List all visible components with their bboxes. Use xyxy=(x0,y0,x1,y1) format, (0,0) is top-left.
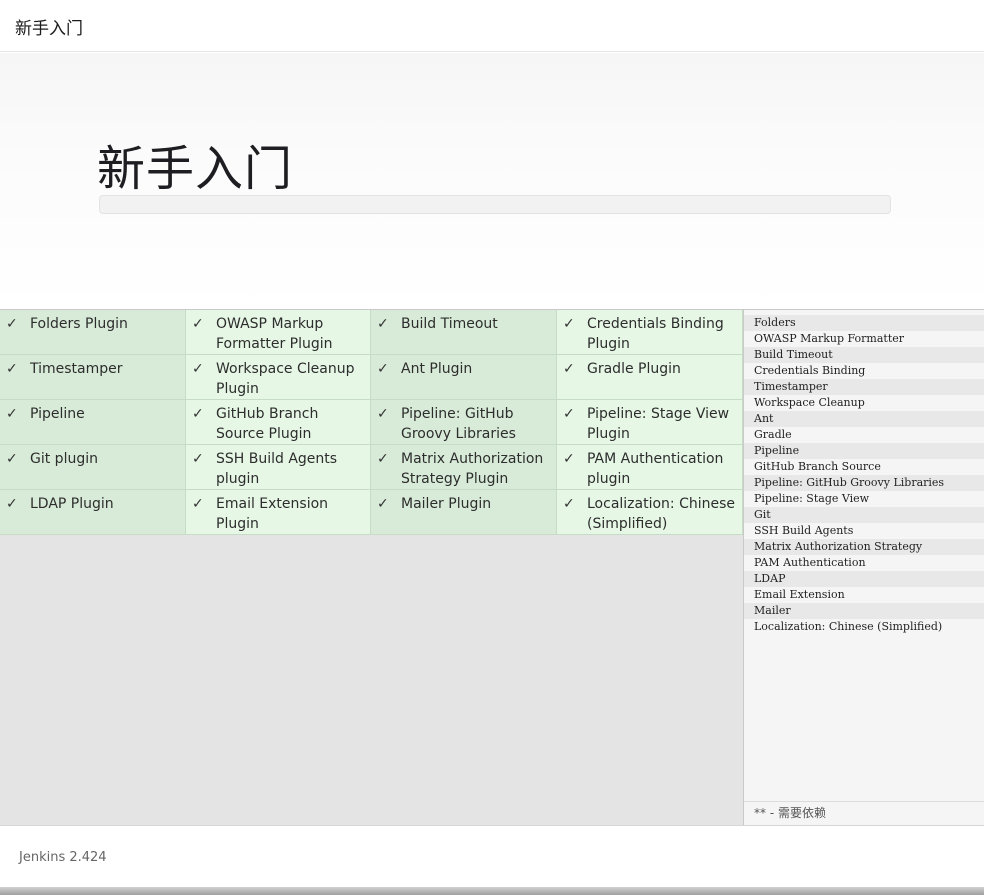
plugin-name: GitHub Branch Source Plugin xyxy=(216,406,319,442)
window-bottom-edge xyxy=(0,887,984,895)
log-line: SSH Build Agents xyxy=(744,523,984,539)
plugin-name: Build Timeout xyxy=(401,316,498,332)
check-icon: ✓ xyxy=(377,406,389,422)
window-title: 新手入门 xyxy=(15,19,83,39)
check-icon: ✓ xyxy=(6,496,18,512)
plugin-item: ✓ LDAP Plugin xyxy=(0,490,186,535)
log-line: Ant xyxy=(744,411,984,427)
log-line: Folders xyxy=(744,315,984,331)
plugin-name: LDAP Plugin xyxy=(30,496,114,512)
plugin-item: ✓ GitHub Branch Source Plugin xyxy=(186,400,371,445)
plugin-item: ✓ SSH Build Agents plugin xyxy=(186,445,371,490)
check-icon: ✓ xyxy=(192,451,204,467)
plugin-name: Timestamper xyxy=(30,361,123,377)
check-icon: ✓ xyxy=(192,316,204,332)
install-log-lines: Folders OWASP Markup Formatter Build Timeo… xyxy=(744,310,984,635)
plugin-item: ✓ Ant Plugin xyxy=(371,355,557,400)
plugin-item: ✓ Build Timeout xyxy=(371,310,557,355)
plugin-item: ✓ Timestamper xyxy=(0,355,186,400)
plugin-name: Localization: Chinese (Simplified) xyxy=(587,496,736,532)
log-line: Pipeline: GitHub Groovy Libraries xyxy=(744,475,984,491)
plugin-item: ✓ Folders Plugin xyxy=(0,310,186,355)
plugin-item: ✓ PAM Authentication plugin xyxy=(557,445,743,490)
log-line: Localization: Chinese (Simplified) xyxy=(744,619,984,635)
plugin-name: SSH Build Agents plugin xyxy=(216,451,338,487)
log-line: Credentials Binding xyxy=(744,363,984,379)
plugin-install-panel: ✓ Folders Plugin ✓ OWASP Markup Formatter P… xyxy=(0,309,984,825)
plugin-item: ✓ OWASP Markup Formatter Plugin xyxy=(186,310,371,355)
check-icon: ✓ xyxy=(6,361,18,377)
check-icon: ✓ xyxy=(377,451,389,467)
check-icon: ✓ xyxy=(6,316,18,332)
log-line: GitHub Branch Source xyxy=(744,459,984,475)
hero-section: 新手入门 xyxy=(0,53,984,309)
check-icon: ✓ xyxy=(192,361,204,377)
log-line: Gradle xyxy=(744,427,984,443)
plugin-item: ✓ Localization: Chinese (Simplified) xyxy=(557,490,743,535)
plugin-name: OWASP Markup Formatter Plugin xyxy=(216,316,333,352)
log-line: LDAP xyxy=(744,571,984,587)
plugin-item: ✓ Gradle Plugin xyxy=(557,355,743,400)
plugin-item: ✓ Git plugin xyxy=(0,445,186,490)
log-line: OWASP Markup Formatter xyxy=(744,331,984,347)
plugin-name: PAM Authentication plugin xyxy=(587,451,724,487)
check-icon: ✓ xyxy=(192,406,204,422)
jenkins-version: Jenkins 2.424 xyxy=(19,850,107,865)
plugin-name: Pipeline: Stage View Plugin xyxy=(587,406,730,442)
plugin-item: ✓ Pipeline: GitHub Groovy Libraries xyxy=(371,400,557,445)
check-icon: ✓ xyxy=(563,451,575,467)
plugin-name: Folders Plugin xyxy=(30,316,128,332)
plugin-grid: ✓ Folders Plugin ✓ OWASP Markup Formatter P… xyxy=(0,310,743,535)
log-line: Pipeline: Stage View xyxy=(744,491,984,507)
install-progress-bar xyxy=(99,195,891,214)
log-line: Build Timeout xyxy=(744,347,984,363)
plugin-item: ✓ Pipeline: Stage View Plugin xyxy=(557,400,743,445)
page-heading: 新手入门 xyxy=(97,141,294,197)
log-line: Git xyxy=(744,507,984,523)
log-line: Mailer xyxy=(744,603,984,619)
check-icon: ✓ xyxy=(6,451,18,467)
check-icon: ✓ xyxy=(6,406,18,422)
check-icon: ✓ xyxy=(563,316,575,332)
check-icon: ✓ xyxy=(563,496,575,512)
plugin-item: ✓ Credentials Binding Plugin xyxy=(557,310,743,355)
check-icon: ✓ xyxy=(377,361,389,377)
plugin-name: Git plugin xyxy=(30,451,98,467)
plugin-item: ✓ Mailer Plugin xyxy=(371,490,557,535)
check-icon: ✓ xyxy=(377,496,389,512)
plugin-name: Mailer Plugin xyxy=(401,496,492,512)
plugin-item: ✓ Matrix Authorization Strategy Plugin xyxy=(371,445,557,490)
log-line: Pipeline xyxy=(744,443,984,459)
check-icon: ✓ xyxy=(563,361,575,377)
check-icon: ✓ xyxy=(377,316,389,332)
plugin-name: Credentials Binding Plugin xyxy=(587,316,724,352)
plugin-name: Ant Plugin xyxy=(401,361,473,377)
log-line: Email Extension xyxy=(744,587,984,603)
dependency-legend: ** - 需要依赖 xyxy=(744,801,984,825)
install-log[interactable]: Folders OWASP Markup Formatter Build Timeo… xyxy=(743,310,984,825)
plugin-name: Workspace Cleanup Plugin xyxy=(216,361,355,397)
check-icon: ✓ xyxy=(563,406,575,422)
plugin-name: Email Extension Plugin xyxy=(216,496,329,532)
log-line: PAM Authentication xyxy=(744,555,984,571)
plugin-name: Matrix Authorization Strategy Plugin xyxy=(401,451,544,487)
plugin-name: Pipeline: GitHub Groovy Libraries xyxy=(401,406,516,442)
check-icon: ✓ xyxy=(192,496,204,512)
header-bar: 新手入门 xyxy=(0,0,984,52)
log-line: Matrix Authorization Strategy xyxy=(744,539,984,555)
footer: Jenkins 2.424 xyxy=(0,825,984,887)
plugin-item: ✓ Pipeline xyxy=(0,400,186,445)
plugin-item: ✓ Workspace Cleanup Plugin xyxy=(186,355,371,400)
plugin-name: Pipeline xyxy=(30,406,85,422)
plugin-item: ✓ Email Extension Plugin xyxy=(186,490,371,535)
log-line: Timestamper xyxy=(744,379,984,395)
log-line: Workspace Cleanup xyxy=(744,395,984,411)
plugin-name: Gradle Plugin xyxy=(587,361,681,377)
